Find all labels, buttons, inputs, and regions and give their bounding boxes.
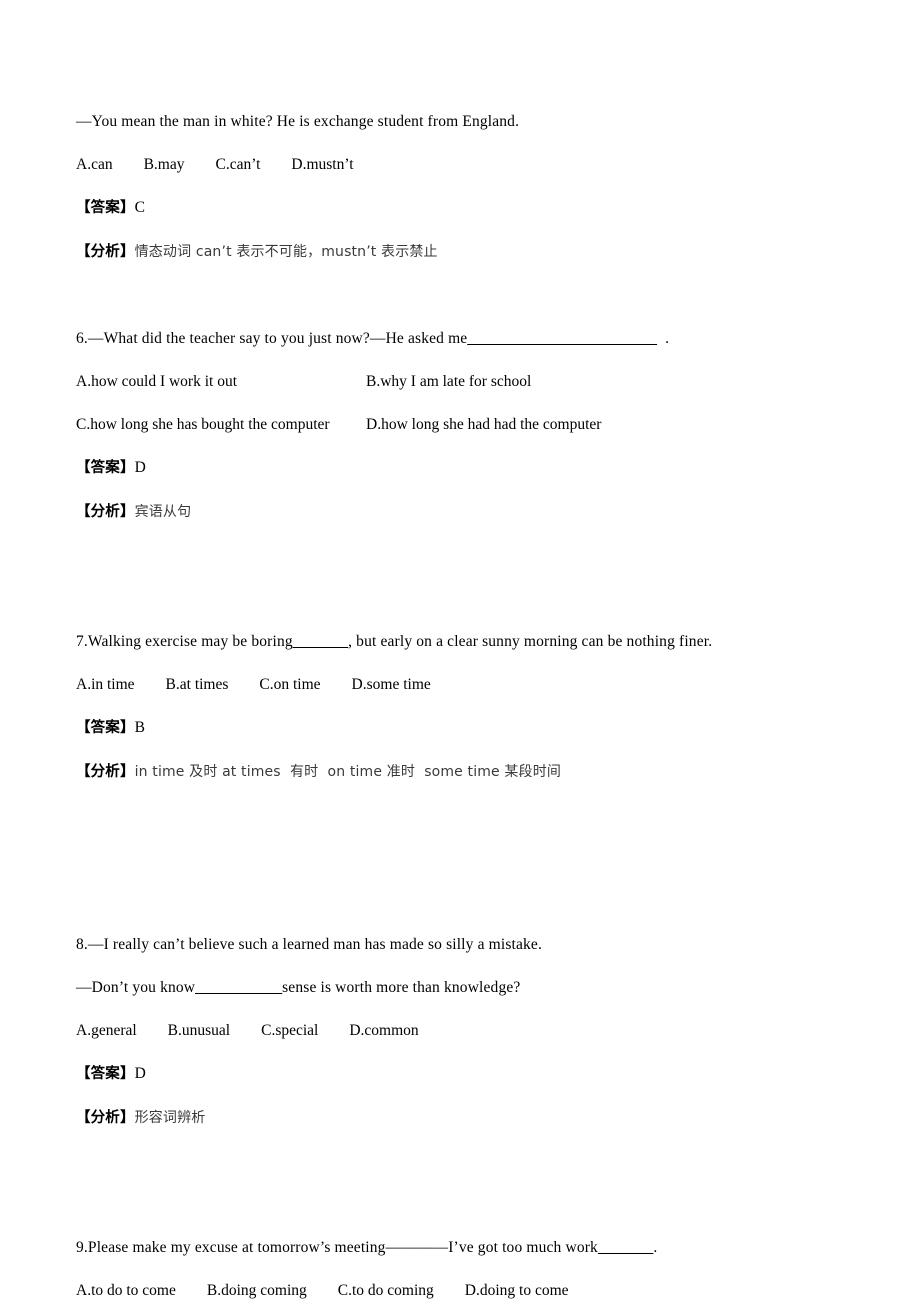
question-options-row: C.how long she has bought the computer D…: [76, 403, 856, 446]
stem-text-after-blank: , but early on a clear sunny morning can…: [348, 633, 713, 650]
answer-line: 【答案】C: [76, 186, 856, 230]
question-options: A.general B.unusual C.special D.common: [76, 1022, 419, 1039]
analysis-text: 情态动词 can’t 表示不可能，mustn’t 表示禁止: [134, 244, 438, 260]
analysis-text: in time 及时 at times 有时 on time 准时 some t…: [134, 764, 562, 780]
question-stem: 7.Walking exercise may be boring_______,…: [76, 620, 856, 663]
answer-marker: 【答案】: [76, 720, 135, 736]
document-page: —You mean the man in white? He is exchan…: [0, 0, 920, 1302]
question-block-q8: 8.—I really can’t believe such a learned…: [76, 923, 856, 1140]
question-block-q9: 9.Please make my excuse at tomorrow’s me…: [76, 1226, 856, 1312]
stem-text-after-blank: .: [657, 330, 670, 347]
fill-in-blank: ________________________: [467, 330, 658, 347]
stem-text-after-blank: sense is worth more than knowledge?: [282, 979, 521, 996]
analysis-marker: 【分析】: [76, 1110, 135, 1126]
question-block-q6: 6.—What did the teacher say to you just …: [76, 317, 856, 534]
analysis-line: 【分析】情态动词 can’t 表示不可能，mustn’t 表示禁止: [76, 230, 856, 274]
analysis-line: 【分析】宾语从句: [76, 490, 856, 534]
question-options: A.to do to come B.doing coming C.to do c…: [76, 1282, 569, 1299]
fill-in-blank: _______: [597, 1239, 654, 1256]
answer-line: 【答案】B: [76, 706, 856, 750]
stem-text-before-blank: —Don’t you know: [76, 979, 196, 996]
question-block-q5-continuation: —You mean the man in white? He is exchan…: [76, 100, 856, 274]
question-options: A.can B.may C.can’t D.mustn’t: [76, 156, 354, 173]
analysis-marker: 【分析】: [76, 764, 135, 780]
option-d: D.how long she had had the computer: [366, 416, 602, 433]
analysis-marker: 【分析】: [76, 244, 135, 260]
stem-text-before-blank: 9.Please make my excuse at tomorrow’s me…: [76, 1239, 598, 1256]
option-c: C.how long she has bought the computer: [76, 416, 330, 433]
document-content: —You mean the man in white? He is exchan…: [76, 100, 856, 1312]
answer-value: D: [134, 459, 146, 476]
question-stem: 9.Please make my excuse at tomorrow’s me…: [76, 1226, 856, 1269]
question-options: A.in time B.at times C.on time D.some ti…: [76, 676, 431, 693]
analysis-line: 【分析】形容词辨析: [76, 1096, 856, 1140]
question-options-row: A.how could I work it out B.why I am lat…: [76, 360, 856, 403]
answer-line: 【答案】D: [76, 1052, 856, 1096]
answer-value: C: [134, 199, 146, 216]
stem-text-after-blank: .: [653, 1239, 658, 1256]
stem-text-before-blank: 6.—What did the teacher say to you just …: [76, 330, 468, 347]
answer-value: D: [134, 1065, 146, 1082]
analysis-text: 宾语从句: [134, 504, 192, 520]
answer-marker: 【答案】: [76, 200, 135, 216]
answer-line: 【答案】D: [76, 446, 856, 490]
stem-text-before-blank: 7.Walking exercise may be boring: [76, 633, 293, 650]
fill-in-blank: ___________: [195, 979, 283, 996]
question-stem: 6.—What did the teacher say to you just …: [76, 317, 856, 360]
question-block-q7: 7.Walking exercise may be boring_______,…: [76, 620, 856, 794]
option-b: B.why I am late for school: [366, 373, 532, 390]
answer-value: B: [134, 719, 146, 736]
analysis-text: 形容词辨析: [134, 1110, 206, 1126]
option-a: A.how could I work it out: [76, 373, 238, 390]
answer-marker: 【答案】: [76, 1066, 135, 1082]
question-stem-line-2: —Don’t you know___________sense is worth…: [76, 966, 856, 1009]
question-stem: —You mean the man in white? He is exchan…: [76, 113, 520, 130]
fill-in-blank: _______: [292, 633, 349, 650]
analysis-line: 【分析】in time 及时 at times 有时 on time 准时 so…: [76, 750, 856, 794]
question-stem-line-1: 8.—I really can’t believe such a learned…: [76, 936, 542, 953]
